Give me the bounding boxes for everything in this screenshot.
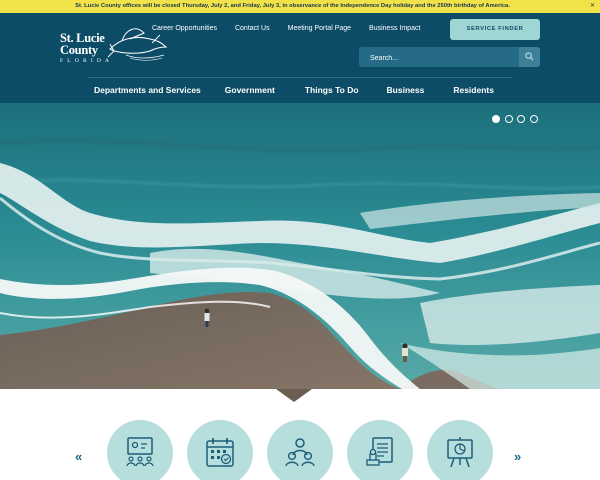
meeting-icon <box>126 437 154 467</box>
quick-link-presentation[interactable] <box>427 420 493 480</box>
quick-links-next-button[interactable]: » <box>514 450 521 464</box>
quick-link-meeting[interactable] <box>107 420 173 480</box>
search-button[interactable] <box>519 47 540 67</box>
quick-link-document[interactable] <box>347 420 413 480</box>
slide-dot-2[interactable] <box>504 115 513 123</box>
people-icon <box>285 438 315 467</box>
main-nav: Departments and Services Government Thin… <box>80 81 494 99</box>
document-stamp-icon <box>366 437 393 466</box>
slide-dot-3[interactable] <box>517 115 525 123</box>
quick-links-prev-button[interactable]: « <box>75 450 82 464</box>
county-logo[interactable]: St. Lucie County FLORIDA <box>58 28 168 79</box>
nav-departments-and-services[interactable]: Departments and Services <box>94 81 201 99</box>
presentation-icon <box>447 437 473 468</box>
quick-links: « » <box>0 402 600 480</box>
meeting-portal-link[interactable]: Meeting Portal Page <box>288 23 351 35</box>
search-input[interactable] <box>359 48 519 69</box>
contact-us-link[interactable]: Contact Us <box>235 23 270 35</box>
business-impact-link[interactable]: Business Impact <box>369 23 420 35</box>
calendar-icon <box>206 438 234 467</box>
slide-dot-4[interactable] <box>529 115 538 123</box>
quick-link-people[interactable] <box>267 420 333 480</box>
slide-indicators <box>492 115 542 123</box>
hero-pointer <box>276 389 312 402</box>
alert-text: St. Lucie County offices will be closed … <box>75 3 510 9</box>
career-opportunities-link[interactable]: Career Opportunities <box>152 23 217 35</box>
nav-residents[interactable]: Residents <box>453 81 494 99</box>
service-finder-button[interactable]: SERVICE FINDER <box>450 19 540 40</box>
slide-dot-1[interactable] <box>492 115 500 123</box>
hero-beach-image <box>0 103 600 389</box>
nav-divider <box>88 77 512 78</box>
close-icon[interactable]: ✕ <box>588 2 597 11</box>
hero-slideshow <box>0 103 600 389</box>
nav-things-to-do[interactable]: Things To Do <box>305 81 359 99</box>
site-header: St. Lucie County FLORIDA Career Opportun… <box>0 13 600 103</box>
logo-line-2: County <box>60 43 98 57</box>
search-icon <box>525 52 534 61</box>
nav-business[interactable]: Business <box>387 81 425 99</box>
quick-link-calendar[interactable] <box>187 420 253 480</box>
alert-banner: St. Lucie County offices will be closed … <box>0 0 600 13</box>
utility-links: Career Opportunities Contact Us Meeting … <box>152 23 438 35</box>
search-field <box>359 47 519 69</box>
nav-government[interactable]: Government <box>225 81 275 99</box>
